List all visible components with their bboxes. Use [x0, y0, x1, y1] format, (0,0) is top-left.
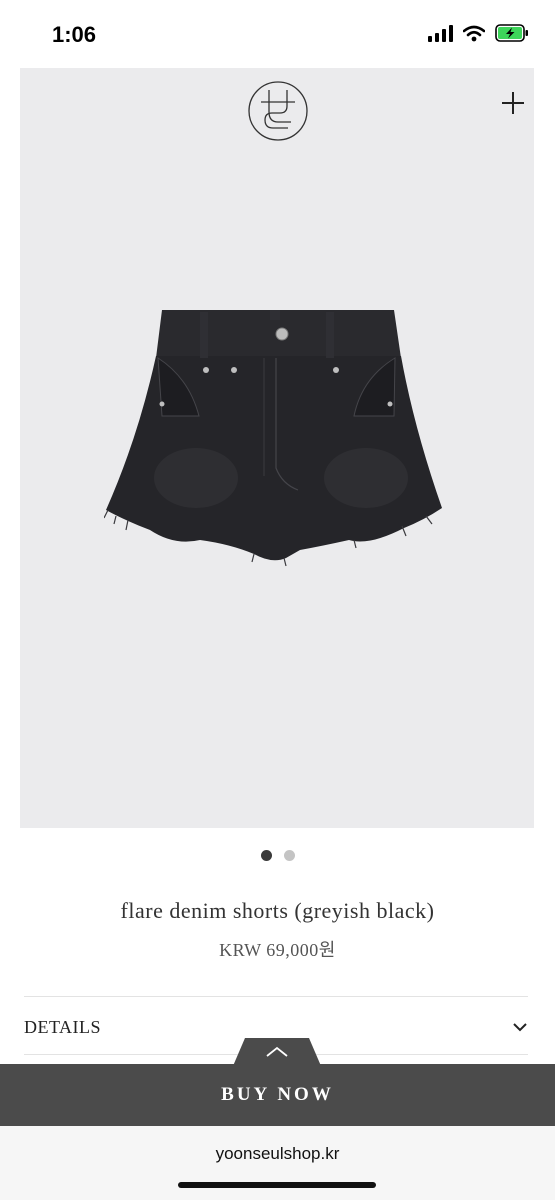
product-price: KRW 69,000원 [219, 940, 336, 960]
url-text: yoonseulshop.kr [215, 1144, 340, 1163]
pager-dot-1[interactable] [260, 850, 272, 861]
plus-icon[interactable] [498, 88, 528, 118]
product-image-area[interactable] [20, 68, 534, 828]
expand-tab[interactable] [233, 1038, 321, 1066]
buy-now-label: BUY NOW [221, 1084, 334, 1105]
browser-url-bar[interactable]: yoonseulshop.kr [0, 1126, 555, 1200]
status-icons [428, 24, 529, 42]
details-label: DETAILS [24, 1016, 102, 1037]
wifi-icon [463, 25, 485, 41]
denim-shorts-image [104, 310, 442, 567]
battery-icon [495, 24, 528, 42]
image-pager [0, 850, 555, 861]
home-indicator[interactable] [178, 1182, 376, 1188]
divider [24, 996, 528, 997]
signal-icon [428, 24, 453, 42]
chevron-down-icon [513, 1023, 527, 1032]
brand-logo-icon [248, 81, 308, 141]
pager-dot-2[interactable] [283, 850, 295, 861]
product-title: flare denim shorts (greyish black) [120, 898, 435, 923]
status-bar: 1:06 [0, 0, 555, 68]
status-time: 1:06 [52, 22, 97, 47]
buy-now-button[interactable]: BUY NOW [0, 1064, 555, 1126]
